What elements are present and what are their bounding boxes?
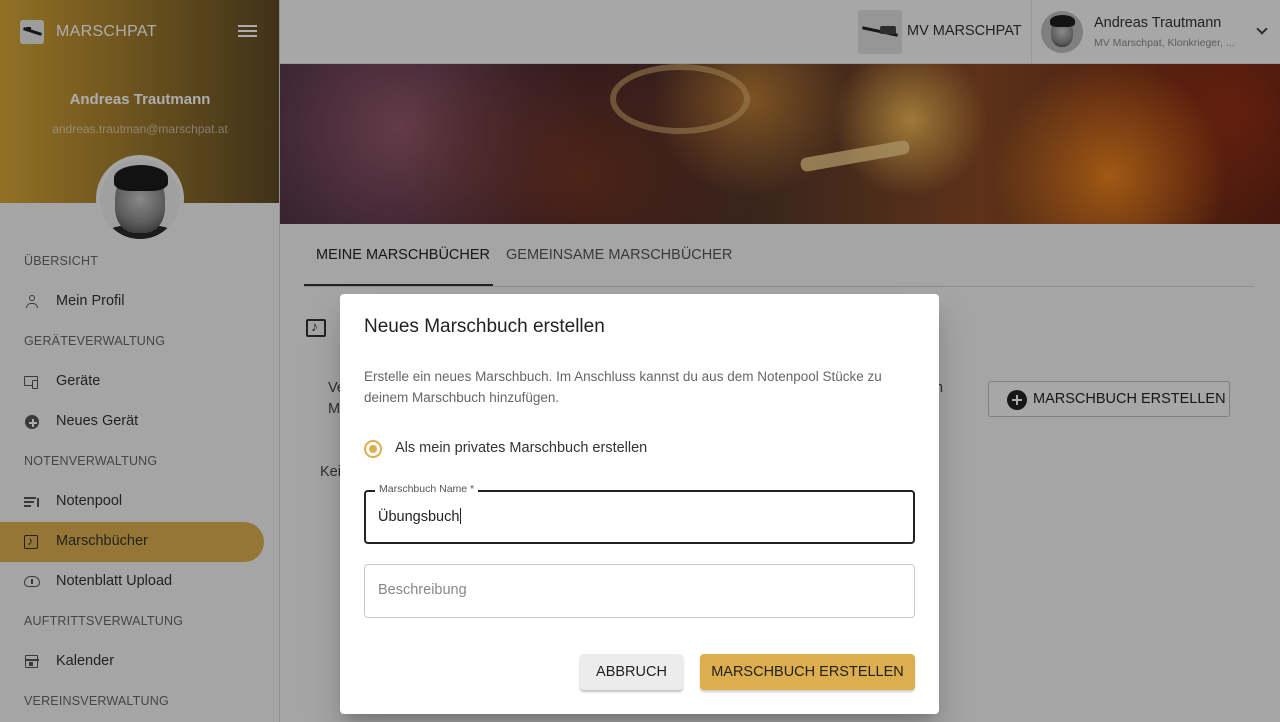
marschbuch-name-label: Marschbuch Name * — [375, 483, 479, 495]
create-marschbuch-dialog: Neues Marschbuch erstellen Erstelle ein … — [340, 294, 939, 714]
marschbuch-name-input[interactable]: Übungsbuch — [378, 508, 462, 525]
marschbuch-name-field[interactable]: Marschbuch Name * Übungsbuch — [364, 483, 915, 544]
dialog-title: Neues Marschbuch erstellen — [364, 316, 605, 337]
beschreibung-field[interactable]: Beschreibung — [364, 564, 915, 618]
text-caret — [460, 508, 462, 524]
beschreibung-placeholder: Beschreibung — [378, 582, 467, 598]
dialog-description: Erstelle ein neues Marschbuch. Im Anschl… — [364, 369, 882, 405]
submit-create-button[interactable]: MARSCHBUCH ERSTELLEN — [700, 654, 915, 690]
private-marschbuch-radio-label[interactable]: Als mein privates Marschbuch erstellen — [395, 440, 647, 456]
cancel-button[interactable]: ABBRUCH — [580, 654, 683, 690]
private-marschbuch-radio[interactable] — [364, 440, 382, 458]
marschbuch-name-value: Übungsbuch — [378, 509, 460, 525]
